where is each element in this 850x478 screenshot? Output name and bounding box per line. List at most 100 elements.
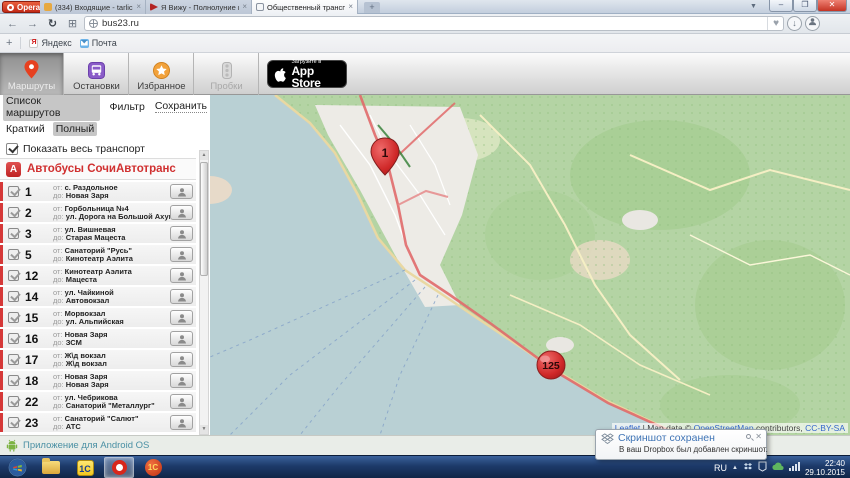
route-checkbox[interactable] <box>8 417 19 428</box>
route-from: Морвокзал <box>65 310 106 318</box>
browser-tab-mail[interactable]: (334) Входящие - tarlich@ × <box>40 0 146 14</box>
view-full-option[interactable]: Полный <box>53 122 98 136</box>
route-person-button[interactable] <box>170 184 193 199</box>
tab-menu-caret-icon[interactable]: ▼ <box>750 3 757 10</box>
route-row[interactable]: 12 от: Кинотеатр Аэлита до: Мацеста <box>0 266 196 285</box>
new-tab-button[interactable]: + <box>364 2 380 13</box>
route-person-button[interactable] <box>170 331 193 346</box>
route-person-button[interactable] <box>170 352 193 367</box>
toolbar-routes-button[interactable]: Маршруты <box>0 53 64 95</box>
route-person-button[interactable] <box>170 268 193 283</box>
bookmark-mail[interactable]: Почта <box>80 38 117 48</box>
route-row[interactable]: 23 от: Санаторий "Салют" до: АТС <box>0 413 196 432</box>
tab-close-icon[interactable]: × <box>136 3 141 11</box>
tab-filter[interactable]: Фильтр <box>110 101 145 113</box>
bookmark-heart-icon[interactable]: ♥ <box>767 17 779 30</box>
route-row[interactable]: 15 от: Морвокзал до: ул. Альпийская <box>0 308 196 327</box>
route-row[interactable]: 22 от: ул. Чебрикова до: Санаторий "Мета… <box>0 392 196 411</box>
route-row[interactable]: 14 от: ул. Чайкиной до: Автовокзал <box>0 287 196 306</box>
language-indicator[interactable]: RU <box>714 463 727 473</box>
action-center-icon[interactable] <box>758 461 767 474</box>
route-person-button[interactable] <box>170 415 193 430</box>
forward-icon[interactable]: → <box>24 16 41 32</box>
route-checkbox[interactable] <box>8 249 19 260</box>
scroll-up-icon[interactable]: ▲ <box>200 151 208 160</box>
sidebar-scrollbar[interactable]: ▲ ▼ <box>199 150 209 435</box>
route-person-button[interactable] <box>170 289 193 304</box>
person-icon <box>177 418 187 428</box>
route-row[interactable]: 1 от: с. Раздольное до: Новая Заря <box>0 182 196 201</box>
scroll-down-icon[interactable]: ▼ <box>200 425 208 434</box>
tray-expand-icon[interactable]: ▲ <box>732 465 738 471</box>
android-app-link[interactable]: Приложение для Android OS <box>6 439 149 452</box>
route-row[interactable]: 2 от: Горбольница №4 до: ул. Дорога на Б… <box>0 203 196 222</box>
license-link[interactable]: CC-BY-SA <box>805 423 845 433</box>
restore-button[interactable]: ❐ <box>793 0 817 12</box>
sync-cloud-icon[interactable] <box>772 462 784 473</box>
notification-options-icon[interactable] <box>746 434 751 439</box>
tab-close-icon[interactable]: × <box>348 3 353 11</box>
back-icon[interactable]: ← <box>4 16 21 32</box>
route-person-button[interactable] <box>170 373 193 388</box>
reload-icon[interactable]: ↻ <box>44 16 61 32</box>
dropbox-tray-icon[interactable] <box>743 462 753 474</box>
route-checkbox[interactable] <box>8 270 19 281</box>
map-canvas[interactable]: 1 125 Leaflet | Map data © OpenStreetMap… <box>210 95 850 435</box>
route-checkbox[interactable] <box>8 333 19 344</box>
speed-dial-icon[interactable]: ⊞ <box>64 16 81 32</box>
notification-close-icon[interactable]: ✕ <box>755 432 762 441</box>
opera-taskbar-button[interactable] <box>104 457 134 478</box>
taskbar-clock[interactable]: 22:40 29.10.2015 <box>805 459 848 477</box>
route-from-label: от: <box>53 268 63 276</box>
network-icon[interactable] <box>789 462 800 473</box>
minimize-button[interactable]: – <box>769 0 793 12</box>
route-checkbox[interactable] <box>8 396 19 407</box>
route-person-button[interactable] <box>170 394 193 409</box>
route-person-button[interactable] <box>170 310 193 325</box>
url-input[interactable] <box>102 18 763 29</box>
route-row[interactable]: 3 от: ул. Вишневая до: Старая Мацеста <box>0 224 196 243</box>
route-checkbox[interactable] <box>8 375 19 386</box>
route-to-label: до: <box>53 402 64 410</box>
browser-tab-transport-active[interactable]: Общественный транспор... × <box>252 0 358 14</box>
toolbar-favorites-button[interactable]: Избранное <box>130 53 194 95</box>
address-bar[interactable]: ♥ <box>84 16 784 31</box>
route-checkbox[interactable] <box>8 312 19 323</box>
route-checkbox[interactable] <box>8 291 19 302</box>
route-row[interactable]: 17 от: Ж\д вокзал до: Ж\д вокзал <box>0 350 196 369</box>
1c-taskbar-button[interactable]: 1С <box>70 457 100 478</box>
view-short-option[interactable]: Краткий <box>6 123 45 135</box>
downloads-icon[interactable]: ↓ <box>787 16 802 31</box>
tab-save[interactable]: Сохранить <box>155 100 207 113</box>
route-row[interactable]: 5 от: Санаторий "Русь" до: Кинотеатр Аэл… <box>0 245 196 264</box>
bus-section-header[interactable]: А Автобусы СочиАвтотранс <box>0 158 196 180</box>
route-checkbox[interactable] <box>8 228 19 239</box>
tab-route-list[interactable]: Список маршрутов <box>3 95 100 121</box>
route-checkbox[interactable] <box>8 207 19 218</box>
scrollbar-thumb[interactable] <box>200 162 208 276</box>
appstore-badge[interactable]: Загрузите в App Store <box>267 60 347 88</box>
route-person-button[interactable] <box>170 226 193 241</box>
route-person-button[interactable] <box>170 247 193 262</box>
tab-close-icon[interactable]: × <box>242 3 247 11</box>
close-button[interactable]: ✕ <box>817 0 847 12</box>
show-all-checkbox[interactable] <box>6 143 18 155</box>
1c-red-taskbar-button[interactable]: 1С <box>138 457 168 478</box>
toolbar-stops-button[interactable]: Остановки <box>65 53 129 95</box>
bookmark-yandex[interactable]: Яндекс <box>29 38 71 48</box>
dropbox-notification[interactable]: Скриншот сохранен В ваш Dropbox был доба… <box>595 429 767 460</box>
route-checkbox[interactable] <box>8 354 19 365</box>
route-number: 22 <box>19 395 53 409</box>
route-checkbox[interactable] <box>8 186 19 197</box>
profile-icon[interactable] <box>805 16 820 31</box>
start-button[interactable] <box>2 457 32 478</box>
route-to: ЗСМ <box>66 339 82 347</box>
route-row[interactable]: 18 от: Новая Заря до: Новая Заря <box>0 371 196 390</box>
route-row[interactable]: 16 от: Новая Заря до: ЗСМ <box>0 329 196 348</box>
add-bookmark-button[interactable]: + <box>6 37 12 49</box>
show-all-transport[interactable]: Показать весь транспорт <box>6 141 145 157</box>
explorer-taskbar-button[interactable] <box>36 457 66 478</box>
map-marker-cluster-125[interactable]: 125 <box>537 351 565 379</box>
route-person-button[interactable] <box>170 205 193 220</box>
browser-tab-video[interactable]: Я Вижу - Полнолуние на... × <box>146 0 252 14</box>
